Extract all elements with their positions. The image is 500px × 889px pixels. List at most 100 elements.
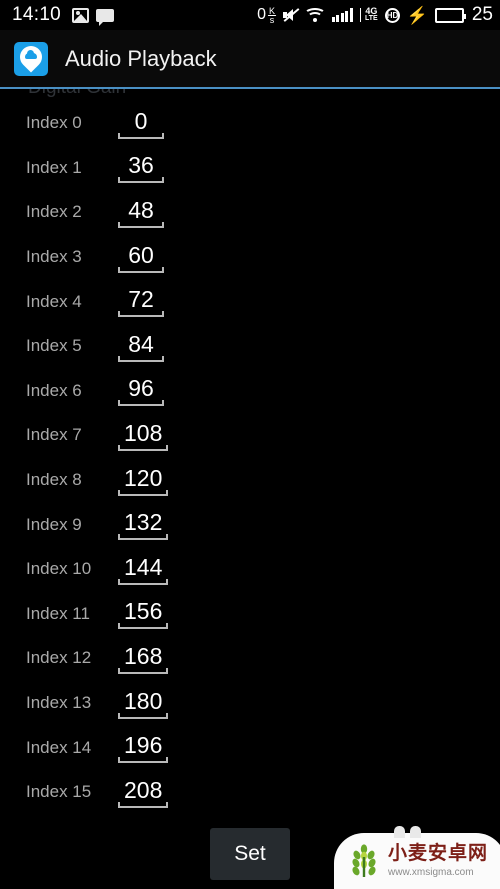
battery-icon xyxy=(434,7,466,23)
app-bar: Audio Playback xyxy=(0,30,500,87)
data-rate-value: 0 xyxy=(257,6,266,23)
row-label: Index 9 xyxy=(26,514,82,534)
table-row[interactable]: Index 2 48 xyxy=(0,190,500,235)
row-label: Index 1 xyxy=(26,157,82,177)
status-notification-icons xyxy=(72,7,115,26)
row-label: Index 14 xyxy=(26,737,92,757)
table-row[interactable]: Index 6 96 xyxy=(0,369,500,414)
network-type-icon: 4G LTE xyxy=(359,7,378,22)
index-value: 84 xyxy=(128,330,154,357)
index-value: 96 xyxy=(128,375,154,402)
signal-bars-icon xyxy=(331,8,353,22)
index-value-field[interactable]: 168 xyxy=(118,642,169,674)
index-value-field[interactable]: 36 xyxy=(118,152,164,184)
table-row[interactable]: Index 7 108 xyxy=(0,413,500,458)
table-row[interactable]: Index 0 0 xyxy=(0,101,500,146)
index-value-field[interactable]: 132 xyxy=(118,509,169,541)
row-label: Index 3 xyxy=(26,247,82,267)
index-value: 208 xyxy=(124,776,163,803)
message-icon xyxy=(96,8,115,26)
index-value-field[interactable]: 60 xyxy=(118,242,164,273)
section-title: Digital Gain xyxy=(28,89,126,99)
photo-icon xyxy=(72,7,90,23)
table-row[interactable]: Index 10 144 xyxy=(0,547,500,592)
index-value: 196 xyxy=(124,732,163,759)
index-value: 48 xyxy=(128,196,154,223)
index-value-field[interactable]: 0 xyxy=(118,108,164,139)
row-label: Index 12 xyxy=(26,648,92,668)
index-value-field[interactable]: 208 xyxy=(118,776,169,808)
watermark-site-name: 小麦安卓网 xyxy=(388,842,489,864)
table-row[interactable]: Index 5 84 xyxy=(0,324,500,369)
table-row[interactable]: Index 14 196 xyxy=(0,725,500,770)
index-value-field[interactable]: 48 xyxy=(118,197,164,228)
table-row[interactable]: Index 9 132 xyxy=(0,502,500,547)
index-value: 72 xyxy=(128,286,154,313)
index-value-field[interactable]: 96 xyxy=(118,375,164,407)
page-title: Audio Playback xyxy=(65,45,217,71)
watermark-ears xyxy=(394,826,421,838)
battery-percent-label: 25 xyxy=(471,4,493,25)
row-label: Index 4 xyxy=(26,291,82,311)
table-row[interactable]: Index 3 60 xyxy=(0,235,500,280)
index-value-field[interactable]: 84 xyxy=(118,331,164,362)
wifi-icon xyxy=(304,8,327,22)
table-row[interactable]: Index 15 208 xyxy=(0,770,500,813)
table-row[interactable]: Index 1 36 xyxy=(0,146,500,191)
index-value-field[interactable]: 144 xyxy=(118,553,169,585)
index-value-field[interactable]: 156 xyxy=(118,598,169,630)
table-row[interactable]: Index 4 72 xyxy=(0,279,500,324)
index-value-field[interactable]: 180 xyxy=(118,687,169,719)
app-launcher-icon[interactable] xyxy=(14,40,48,76)
row-label: Index 5 xyxy=(26,336,82,356)
index-value: 156 xyxy=(124,598,163,625)
index-value: 108 xyxy=(124,419,163,446)
mute-icon xyxy=(282,7,300,23)
index-value: 168 xyxy=(124,642,163,669)
wheat-logo-icon xyxy=(346,843,382,879)
index-value: 120 xyxy=(124,464,163,491)
index-value: 132 xyxy=(124,509,163,536)
index-value: 36 xyxy=(128,152,154,179)
row-label: Index 8 xyxy=(26,470,82,490)
set-button[interactable]: Set xyxy=(210,828,290,880)
row-label: Index 15 xyxy=(26,782,92,802)
index-value-field[interactable]: 120 xyxy=(118,464,169,496)
status-system-icons: 0 K s 4G LTE HD ⚡ 25 xyxy=(257,4,493,26)
bottom-bar: Set 小麦安卓网 www.xmsigma.com xyxy=(0,813,500,889)
index-value-field[interactable]: 72 xyxy=(118,286,164,318)
settings-list[interactable]: Digital Gain Index 0 0 Index 1 36 Index … xyxy=(0,89,500,813)
data-rate-unit-divider xyxy=(267,14,277,16)
row-label: Index 2 xyxy=(26,202,82,222)
row-label: Index 6 xyxy=(26,380,82,400)
data-rate-indicator: 0 K s xyxy=(257,5,277,25)
watermark-text: 小麦安卓网 www.xmsigma.com xyxy=(388,844,500,879)
table-row[interactable]: Index 8 120 xyxy=(0,458,500,503)
cloud-shape xyxy=(25,49,37,59)
status-bar: 14:10 0 K s 4G LTE HD ⚡ 25 xyxy=(0,0,500,30)
lightning-bolt-icon: ⚡ xyxy=(406,5,428,25)
status-clock: 14:10 xyxy=(12,4,62,25)
row-label: Index 10 xyxy=(26,559,92,579)
index-value: 144 xyxy=(124,553,163,580)
data-rate-unit-bottom: s xyxy=(269,14,275,25)
table-row[interactable]: Index 11 156 xyxy=(0,592,500,637)
row-label: Index 13 xyxy=(26,693,92,713)
index-value: 0 xyxy=(134,107,148,134)
site-watermark: 小麦安卓网 www.xmsigma.com xyxy=(334,826,500,889)
data-rate-unit-top: K xyxy=(268,5,275,16)
index-value: 180 xyxy=(124,687,163,714)
hd-voice-icon: HD xyxy=(384,7,400,23)
table-row[interactable]: Index 13 180 xyxy=(0,681,500,726)
index-rows: Index 0 0 Index 1 36 Index 2 48 Index 3 … xyxy=(0,89,500,813)
row-label: Index 11 xyxy=(26,603,90,623)
index-value: 60 xyxy=(128,241,154,268)
index-value-field[interactable]: 108 xyxy=(118,419,169,451)
index-value-field[interactable]: 196 xyxy=(118,732,169,764)
row-label: Index 7 xyxy=(26,425,82,445)
data-rate-unit: K s xyxy=(267,5,277,25)
table-row[interactable]: Index 12 168 xyxy=(0,636,500,681)
row-label: Index 0 xyxy=(26,113,82,133)
network-sub-label: LTE xyxy=(364,15,378,22)
watermark-url: www.xmsigma.com xyxy=(388,866,474,878)
